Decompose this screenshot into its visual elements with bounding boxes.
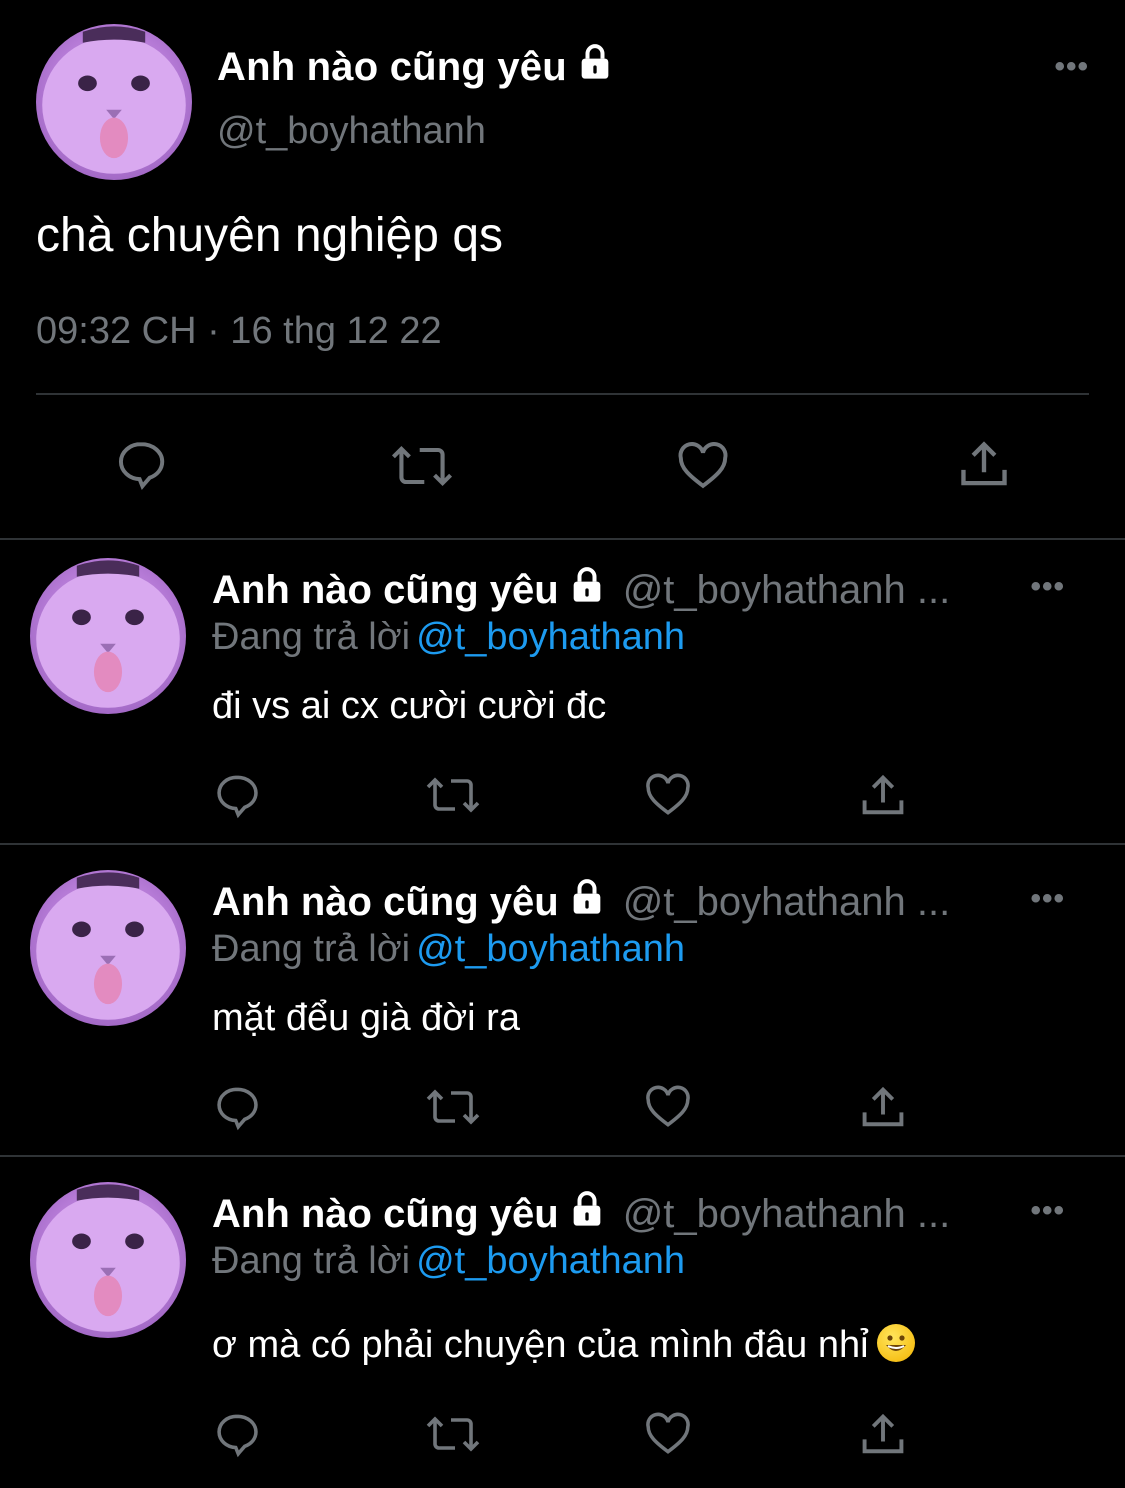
divider — [0, 1155, 1125, 1157]
tweet-actions — [0, 1082, 1125, 1132]
reply-icon[interactable] — [212, 770, 262, 820]
user-handle[interactable]: @t_boyhathanh ... — [623, 568, 951, 613]
tweet-actions — [0, 436, 1125, 496]
divider — [36, 393, 1089, 395]
tweet-text: chà chuyên nghiệp qs — [36, 209, 504, 262]
tweet-text: mặt đểu già đời ra — [212, 997, 520, 1039]
replying-to-label: Đang trả lời — [212, 1240, 411, 1282]
more-options-icon[interactable]: ••• — [1030, 882, 1065, 916]
mention-link[interactable]: @t_boyhathanh — [416, 1240, 685, 1282]
retweet-icon[interactable] — [425, 770, 481, 820]
reply-icon[interactable] — [212, 1082, 262, 1132]
tweet-text-row: ơ mà có phải chuyện của mình đâu nhỉ — [212, 1323, 915, 1367]
replying-to: Đang trả lời @t_boyhathanh — [212, 928, 685, 971]
heart-icon[interactable] — [642, 1409, 694, 1459]
reply-tweet[interactable]: Anh nào cũng yêu @t_boyhathanh ... ••• Đ… — [0, 540, 1125, 852]
mention-link[interactable]: @t_boyhathanh — [416, 928, 685, 970]
retweet-icon[interactable] — [425, 1409, 481, 1459]
more-options-icon[interactable]: ••• — [1054, 50, 1089, 84]
retweet-icon[interactable] — [425, 1082, 481, 1132]
avatar[interactable] — [30, 870, 186, 1026]
reply-header: Anh nào cũng yêu @t_boyhathanh ... — [212, 1189, 950, 1239]
tweet-actions — [0, 1409, 1125, 1459]
heart-icon[interactable] — [674, 438, 732, 494]
reply-tweet[interactable]: Anh nào cũng yêu @t_boyhathanh ... ••• Đ… — [0, 1164, 1125, 1476]
avatar[interactable] — [36, 24, 192, 180]
reply-header: Anh nào cũng yêu @t_boyhathanh ... — [212, 877, 950, 927]
heart-icon[interactable] — [642, 770, 694, 820]
share-icon[interactable] — [857, 1082, 909, 1134]
avatar[interactable] — [30, 558, 186, 714]
retweet-icon[interactable] — [390, 438, 454, 494]
display-name[interactable]: Anh nào cũng yêu — [212, 568, 559, 613]
display-name[interactable]: Anh nào cũng yêu — [217, 42, 615, 92]
reply-icon[interactable] — [212, 1409, 262, 1459]
user-handle[interactable]: @t_boyhathanh ... — [623, 1192, 951, 1237]
tweet-timestamp[interactable]: 09:32 CH · 16 thg 12 22 — [36, 310, 442, 353]
reply-tweet[interactable]: Anh nào cũng yêu @t_boyhathanh ... ••• Đ… — [0, 852, 1125, 1164]
replying-to: Đang trả lời @t_boyhathanh — [212, 1240, 685, 1283]
display-name-text[interactable]: Anh nào cũng yêu — [217, 45, 567, 90]
avatar[interactable] — [30, 1182, 186, 1338]
replying-to: Đang trả lời @t_boyhathanh — [212, 616, 685, 659]
divider — [0, 843, 1125, 845]
display-name[interactable]: Anh nào cũng yêu — [212, 1192, 559, 1237]
lock-icon — [567, 877, 607, 927]
tweet-actions — [0, 770, 1125, 820]
cat-avatar-image — [36, 1184, 180, 1332]
replying-to-label: Đang trả lời — [212, 928, 411, 970]
lock-icon — [567, 565, 607, 615]
mention-link[interactable]: @t_boyhathanh — [416, 616, 685, 658]
reply-header: Anh nào cũng yêu @t_boyhathanh ... — [212, 565, 950, 615]
smiley-emoji — [876, 1323, 915, 1362]
cat-avatar-image — [42, 26, 186, 174]
tweet-text: đi vs ai cx cười cười đc — [212, 685, 607, 727]
tweet-text: ơ mà có phải chuyện của mình đâu nhỉ — [212, 1324, 869, 1366]
lock-icon — [575, 42, 615, 92]
replying-to-label: Đang trả lời — [212, 616, 411, 658]
reply-icon[interactable] — [113, 436, 169, 492]
user-handle[interactable]: @t_boyhathanh — [217, 110, 486, 153]
cat-avatar-image — [36, 872, 180, 1020]
main-tweet: Anh nào cũng yêu @t_boyhathanh ••• chà c… — [0, 0, 1125, 540]
lock-icon — [567, 1189, 607, 1239]
share-icon[interactable] — [955, 436, 1013, 494]
share-icon[interactable] — [857, 1409, 909, 1461]
more-options-icon[interactable]: ••• — [1030, 1194, 1065, 1228]
user-handle[interactable]: @t_boyhathanh ... — [623, 880, 951, 925]
cat-avatar-image — [36, 560, 180, 708]
display-name[interactable]: Anh nào cũng yêu — [212, 880, 559, 925]
heart-icon[interactable] — [642, 1082, 694, 1132]
share-icon[interactable] — [857, 770, 909, 822]
more-options-icon[interactable]: ••• — [1030, 570, 1065, 604]
